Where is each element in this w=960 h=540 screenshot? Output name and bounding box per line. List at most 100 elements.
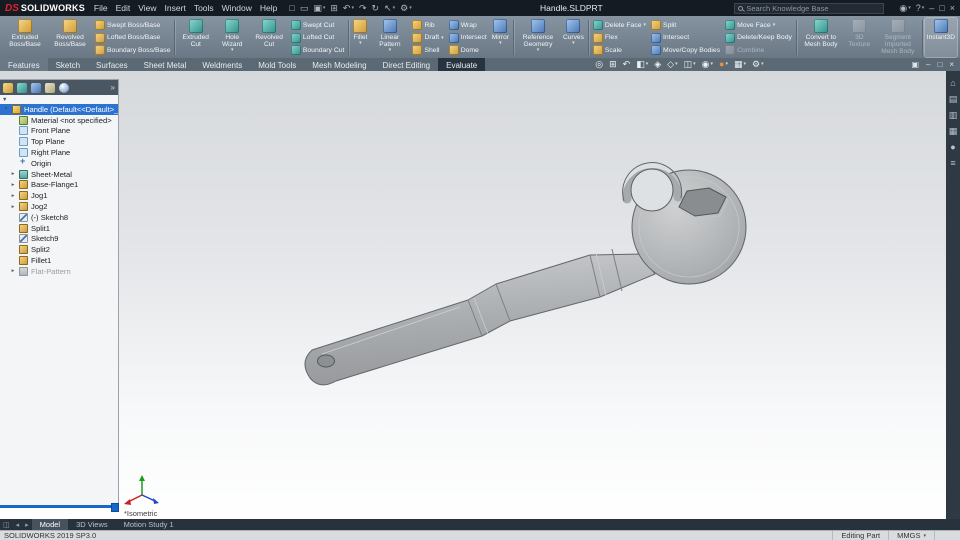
propertymanager-tab-icon[interactable] <box>17 82 27 93</box>
delete-keep-body-button[interactable]: Delete/Keep Body <box>723 32 794 44</box>
linear-pattern-button[interactable]: Linear Pattern ▾ <box>370 18 409 57</box>
delete-face-button[interactable]: Delete Face ▾ <box>591 19 648 31</box>
intersect-button[interactable]: Intersect <box>447 32 489 44</box>
extruded-boss-base-button[interactable]: Extruded Boss/Base <box>3 18 47 57</box>
notch-hole[interactable] <box>630 168 674 212</box>
view-palette-icon[interactable]: ▦ <box>949 127 958 136</box>
tree-item-origin[interactable]: Origin <box>0 158 118 169</box>
tab-scroll-right-icon[interactable]: ▸ <box>22 519 32 530</box>
model-handle-arm[interactable] <box>304 253 656 386</box>
draft-button[interactable]: Draft ▾ <box>410 32 445 44</box>
tree-item-base-flange1[interactable]: ▸ Base-Flange1 <box>0 180 118 191</box>
tree-filter-chevron-icon[interactable]: ▼ <box>2 97 7 103</box>
split-button[interactable]: Split <box>649 19 722 31</box>
select-icon[interactable]: ↖ ▾ <box>384 3 395 13</box>
flex-button[interactable]: Flex <box>591 32 648 44</box>
new-file-icon[interactable]: □ <box>289 3 294 13</box>
open-file-icon[interactable]: ▭ <box>300 3 309 13</box>
tree-item-material-not-specified[interactable]: Material <not specified> <box>0 115 118 126</box>
model-tab-model[interactable]: Model <box>31 519 69 530</box>
displaymanager-tab-icon[interactable] <box>59 82 69 93</box>
tree-item-fillet1[interactable]: Fillet1 <box>0 255 118 266</box>
tree-item-jog1[interactable]: ▸ Jog1 <box>0 190 118 201</box>
options-icon[interactable]: ⚙ ▾ <box>400 3 412 13</box>
view-settings-button[interactable]: ⚙ ▾ <box>752 60 764 69</box>
curves-button[interactable]: Curves ▾ <box>561 18 586 57</box>
hide-show-items-button[interactable]: ◉ ▾ <box>702 60 713 69</box>
mirror-button[interactable]: Mirror ▾ <box>490 18 511 57</box>
maximize-window-icon[interactable]: □ <box>939 3 944 13</box>
dome-button[interactable]: Dome <box>447 44 489 56</box>
custom-properties-icon[interactable]: ≡ <box>950 159 955 168</box>
tree-item-sheet-metal[interactable]: ▸ Sheet-Metal <box>0 169 118 180</box>
shell-button[interactable]: Shell <box>410 44 445 56</box>
tree-item-right-plane[interactable]: Right Plane <box>0 147 118 158</box>
tree-item-top-plane[interactable]: Top Plane <box>0 136 118 147</box>
rebuild-icon[interactable]: ↻ <box>372 3 380 13</box>
rib-button[interactable]: Rib <box>410 19 445 31</box>
expand-arrow-icon[interactable]: ▾ <box>3 106 9 112</box>
boundary-boss-base-button[interactable]: Boundary Boss/Base <box>93 44 172 56</box>
wrap-button[interactable]: Wrap <box>447 19 489 31</box>
close-window-icon[interactable]: × <box>950 3 955 13</box>
viewport-close-icon[interactable]: × <box>949 60 954 69</box>
tab-scroll-left-icon[interactable]: ◂ <box>13 519 23 530</box>
viewport-maximize-icon[interactable]: □ <box>937 60 942 69</box>
expand-arrow-icon[interactable]: ▸ <box>10 171 16 177</box>
zoom-to-area-button[interactable]: ⊞ <box>609 60 617 69</box>
dimxpertmanager-tab-icon[interactable] <box>45 82 55 93</box>
hole-wizard-button[interactable]: Hole Wizard ▾ <box>215 18 249 57</box>
swept-cut-button[interactable]: Swept Cut <box>289 19 347 31</box>
display-style-button[interactable]: ◫ ▾ <box>684 60 696 69</box>
save-icon[interactable]: ▣ ▾ <box>313 3 325 13</box>
search-input[interactable] <box>746 3 881 13</box>
extruded-cut-button[interactable]: Extruded Cut <box>177 18 214 57</box>
revolved-cut-button[interactable]: Revolved Cut <box>250 18 287 57</box>
viewport-minimize-icon[interactable]: – <box>926 60 930 69</box>
tree-filter-row[interactable]: ▼ <box>0 95 118 104</box>
featuremanager-tab-icon[interactable] <box>3 82 13 93</box>
swept-boss-base-button[interactable]: Swept Boss/Base <box>93 19 172 31</box>
lofted-boss-base-button[interactable]: Lofted Boss/Base <box>93 32 172 44</box>
end-hole[interactable] <box>317 354 335 368</box>
expand-arrow-icon[interactable]: ▸ <box>10 193 16 199</box>
tab-evaluate[interactable]: Evaluate <box>438 58 486 71</box>
pane-layout-icon[interactable]: ◫ <box>0 519 13 530</box>
menu-file[interactable]: File <box>90 3 112 13</box>
viewport-3d[interactable] <box>0 71 946 519</box>
menu-help[interactable]: Help <box>256 3 281 13</box>
tab-mold-tools[interactable]: Mold Tools <box>250 58 304 71</box>
tree-item-front-plane[interactable]: Front Plane <box>0 126 118 137</box>
move-face-button[interactable]: Move Face ▾ <box>723 19 794 31</box>
view-orientation-button[interactable]: ◇ ▾ <box>667 60 677 69</box>
tab-surfaces[interactable]: Surfaces <box>88 58 136 71</box>
redo-icon[interactable]: ↷ <box>359 3 367 13</box>
design-library-icon[interactable]: ▤ <box>949 95 958 104</box>
expand-arrow-icon[interactable]: ▸ <box>10 204 16 210</box>
boundary-cut-button[interactable]: Boundary Cut <box>289 44 347 56</box>
move-copy-bodies-button[interactable]: Move/Copy Bodies <box>649 44 722 56</box>
file-explorer-icon[interactable]: ▥ <box>949 111 958 120</box>
tree-item-split1[interactable]: Split1 <box>0 223 118 234</box>
menu-view[interactable]: View <box>134 3 160 13</box>
tree-item-sketch8[interactable]: (-) Sketch8 <box>0 212 118 223</box>
apply-scene-button[interactable]: ▦ ▾ <box>734 60 746 69</box>
tree-item-sketch9[interactable]: Sketch9 <box>0 234 118 245</box>
tab-weldments[interactable]: Weldments <box>194 58 250 71</box>
expand-arrow-icon[interactable]: ▸ <box>10 182 16 188</box>
units-selector[interactable]: MMGS ▾ <box>888 531 934 540</box>
fillet-button[interactable]: Fillet ▾ <box>351 18 369 57</box>
reference-geometry-button[interactable]: Reference Geometry ▾ <box>516 18 560 57</box>
zoom-to-fit-button[interactable]: ◎ <box>595 60 603 69</box>
tree-item-flat-pattern[interactable]: ▸ Flat-Pattern <box>0 266 118 277</box>
menu-insert[interactable]: Insert <box>161 3 190 13</box>
tree-item-handle-default-default-display-sta[interactable]: ▾ Handle (Default<<Default>_Display Sta <box>0 104 118 115</box>
solidworks-resources-icon[interactable]: ⌂ <box>950 79 955 88</box>
tab-sheet-metal[interactable]: Sheet Metal <box>136 58 195 71</box>
previous-view-button[interactable]: ↶ <box>623 60 631 69</box>
section-view-button[interactable]: ◧ ▾ <box>636 60 648 69</box>
user-account-icon[interactable]: ◉ ▾ <box>899 3 910 13</box>
knowledge-base-search[interactable] <box>734 2 885 14</box>
tab-overflow-icon[interactable]: » <box>111 83 115 93</box>
configurationmanager-tab-icon[interactable] <box>31 82 41 93</box>
